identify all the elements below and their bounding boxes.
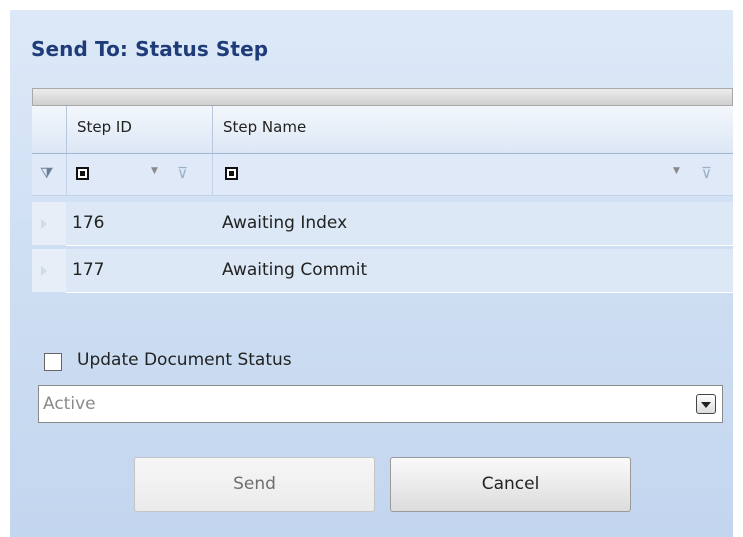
cancel-button[interactable]: Cancel bbox=[390, 457, 631, 512]
column-header-label: Step Name bbox=[223, 118, 307, 136]
filter-cell-step-name[interactable]: ▼ ⊽ bbox=[212, 154, 733, 196]
filter-cell-step-id[interactable]: ▼ ⊽ bbox=[66, 154, 212, 196]
cell-step-name: Awaiting Commit bbox=[222, 260, 368, 280]
cell-step-id: 177 bbox=[72, 260, 105, 280]
dialog-title: Send To: Status Step bbox=[31, 37, 269, 61]
clear-filter-icon[interactable]: ⊽ bbox=[701, 164, 712, 182]
table-row[interactable]: 176 Awaiting Index bbox=[32, 202, 733, 246]
row-indicator-header bbox=[32, 106, 66, 154]
column-header-step-name[interactable]: Step Name bbox=[212, 106, 733, 154]
chevron-down-icon[interactable] bbox=[696, 394, 716, 414]
row-cells[interactable]: 176 Awaiting Index bbox=[66, 202, 733, 246]
table-row[interactable]: 177 Awaiting Commit bbox=[32, 249, 733, 293]
filter-options-icon[interactable]: ⧩ bbox=[40, 164, 53, 182]
column-header-step-id[interactable]: Step ID bbox=[66, 106, 212, 154]
column-header-label: Step ID bbox=[77, 118, 132, 136]
filter-checkbox[interactable] bbox=[76, 167, 89, 180]
status-dropdown[interactable]: Active bbox=[38, 385, 723, 423]
chevron-down-icon[interactable]: ▼ bbox=[673, 166, 680, 176]
update-status-label[interactable]: Update Document Status bbox=[77, 350, 292, 370]
row-pointer-icon bbox=[32, 249, 66, 292]
chevron-down-icon[interactable]: ▼ bbox=[151, 166, 158, 176]
clear-filter-icon[interactable]: ⊽ bbox=[177, 164, 188, 182]
status-dropdown-value: Active bbox=[43, 394, 96, 414]
filter-row-indicator: ⧩ bbox=[32, 154, 66, 196]
row-cells[interactable]: 177 Awaiting Commit bbox=[66, 249, 733, 293]
send-button[interactable]: Send bbox=[134, 457, 375, 512]
update-status-checkbox[interactable] bbox=[44, 353, 62, 371]
filter-checkbox[interactable] bbox=[225, 167, 238, 180]
row-pointer-icon bbox=[32, 202, 66, 245]
cell-step-name: Awaiting Index bbox=[222, 213, 348, 233]
cell-step-id: 176 bbox=[72, 213, 105, 233]
group-by-bar[interactable] bbox=[32, 88, 733, 106]
